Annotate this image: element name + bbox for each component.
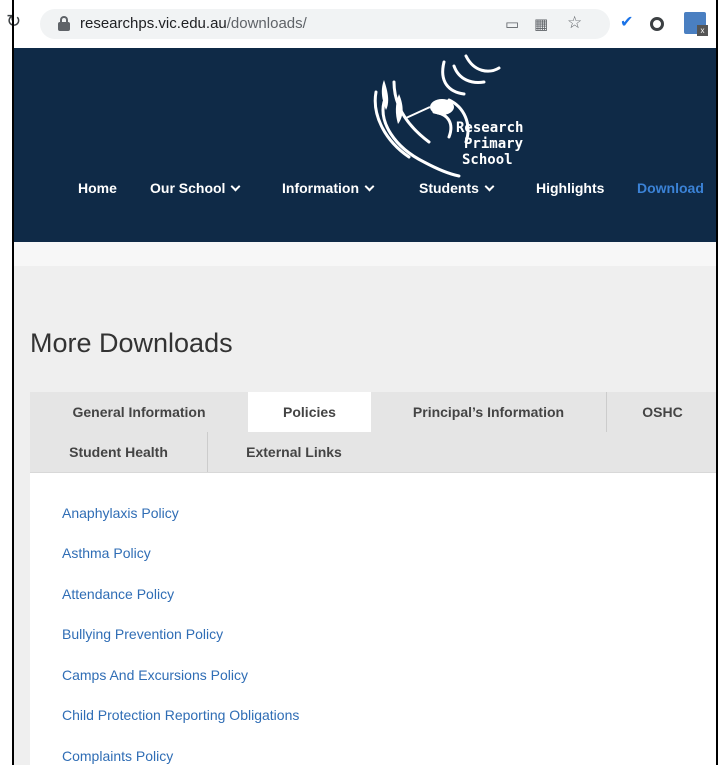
browser-window: ↻ researchps.vic.edu.au/downloads/ ▭ ▦ ☆… — [0, 0, 718, 765]
extension-icon[interactable]: x — [684, 12, 708, 36]
tab-student-health[interactable]: Student Health — [30, 432, 207, 472]
cast-icon[interactable]: ▭ — [505, 15, 519, 33]
url-path: /downloads/ — [226, 15, 307, 32]
url-host: researchps.vic.edu.au — [80, 15, 227, 32]
main-nav: Home Our School Information Students Hig… — [14, 180, 718, 202]
school-name-logo-text: Research Primary School — [456, 120, 523, 168]
logo-line-school: School — [462, 152, 513, 168]
bookmark-star-icon[interactable]: ☆ — [567, 13, 582, 33]
hummingbird-logo-icon[interactable] — [354, 52, 554, 182]
url-text[interactable]: researchps.vic.edu.au/downloads/ — [80, 15, 307, 32]
tab-oshc[interactable]: OSHC — [607, 392, 718, 432]
nav-our-school[interactable]: Our School — [150, 180, 241, 196]
page-title: More Downloads — [30, 328, 233, 358]
circle-extension-icon[interactable] — [650, 17, 664, 31]
nav-highlights-label: Highlights — [536, 180, 605, 196]
nav-students[interactable]: Students — [419, 180, 495, 196]
download-link[interactable]: Bullying Prevention Policy — [62, 626, 223, 642]
lock-icon — [58, 16, 70, 31]
reload-icon[interactable]: ↻ — [6, 11, 26, 31]
tab-external-links[interactable]: External Links — [208, 432, 380, 472]
chevron-down-icon — [364, 181, 375, 192]
nav-download[interactable]: Download — [637, 180, 704, 196]
nav-download-label: Download — [637, 180, 704, 196]
download-link[interactable]: Attendance Policy — [62, 586, 174, 602]
logo-line-research: Research — [456, 120, 524, 136]
downloads-tabs: General Information Policies Principal’s… — [30, 392, 718, 472]
download-link[interactable]: Camps And Excursions Policy — [62, 667, 248, 683]
download-link[interactable]: Child Protection Reporting Obligations — [62, 707, 299, 723]
logo-line-primary: Primary — [464, 136, 524, 152]
download-link[interactable]: Anaphylaxis Policy — [62, 505, 179, 521]
nav-students-label: Students — [419, 180, 479, 196]
browser-toolbar: ↻ researchps.vic.edu.au/downloads/ ▭ ▦ ☆… — [0, 0, 718, 48]
chevron-down-icon — [484, 181, 495, 192]
address-bar[interactable]: researchps.vic.edu.au/downloads/ ▭ ▦ ☆ — [40, 9, 610, 39]
viewport-border-left — [12, 0, 14, 765]
tab-principals-information[interactable]: Principal’s Information — [371, 392, 606, 432]
nav-our-school-label: Our School — [150, 180, 226, 196]
nav-highlights[interactable]: Highlights — [536, 180, 604, 196]
chevron-down-icon — [231, 181, 241, 192]
qr-code-icon[interactable]: ▦ — [534, 15, 548, 33]
nav-information-label: Information — [282, 180, 359, 196]
nav-home-label: Home — [78, 180, 117, 196]
policies-panel: Anaphylaxis Policy Asthma Policy Attenda… — [30, 472, 718, 765]
nav-information[interactable]: Information — [282, 180, 375, 196]
site-header: Research Primary School Home Our School … — [14, 48, 718, 242]
tab-policies[interactable]: Policies — [248, 392, 371, 432]
nav-home[interactable]: Home — [78, 180, 117, 196]
tab-general-information[interactable]: General Information — [30, 392, 248, 432]
tab-principals-information-label: Principal’s Information — [412, 404, 565, 420]
tab-external-links-label: External Links — [246, 444, 342, 460]
tab-policies-label: Policies — [283, 404, 336, 420]
tab-general-information-label: General Information — [72, 404, 206, 420]
download-link[interactable]: Complaints Policy — [62, 748, 173, 764]
main-content: More Downloads General Information Polic… — [14, 266, 718, 765]
tab-student-health-label: Student Health — [69, 444, 168, 460]
tab-oshc-label: OSHC — [642, 404, 683, 420]
header-spacer — [14, 242, 718, 266]
checkmark-extension-icon[interactable]: ✔ — [620, 13, 633, 33]
download-link[interactable]: Asthma Policy — [62, 545, 151, 561]
